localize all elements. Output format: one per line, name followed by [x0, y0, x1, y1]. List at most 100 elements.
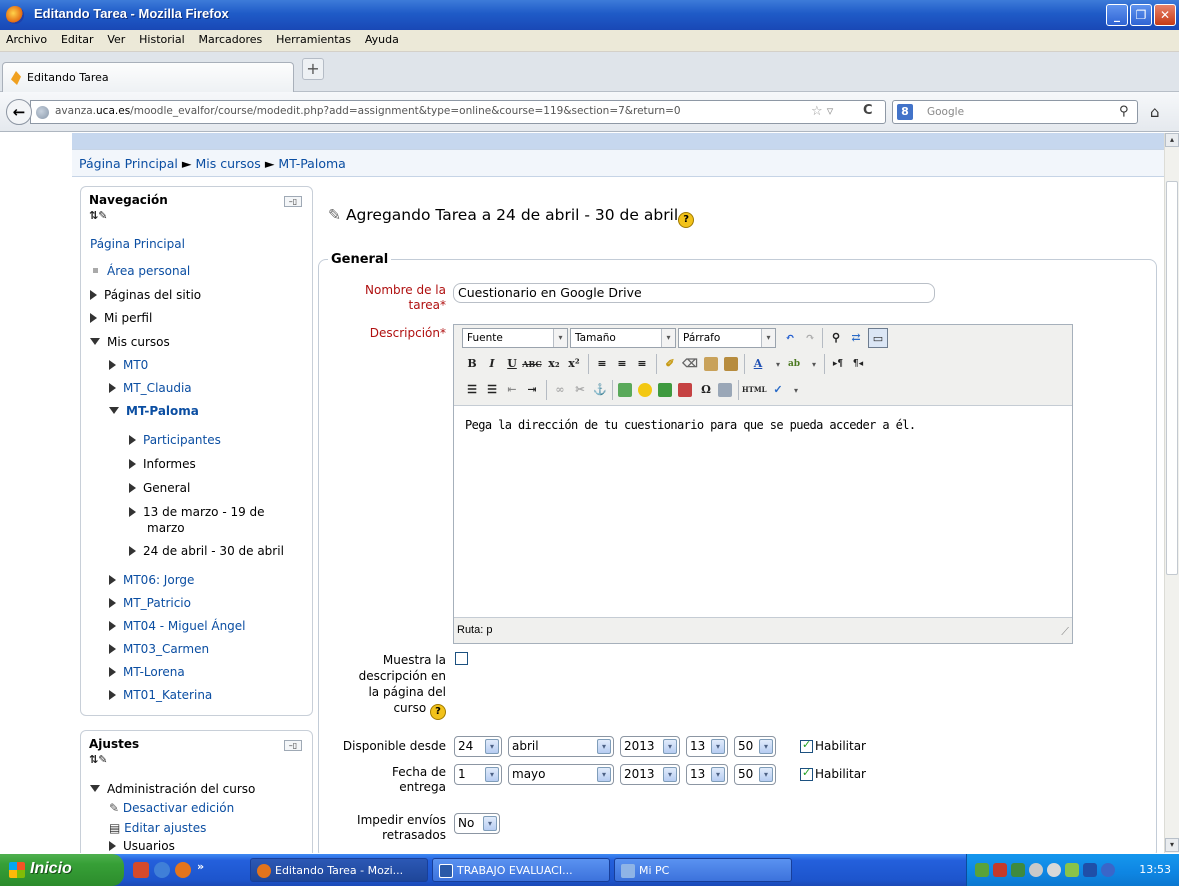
menu-historial[interactable]: Historial — [133, 30, 188, 46]
reload-icon[interactable]: C — [863, 103, 873, 118]
tray-app-icon[interactable] — [975, 863, 989, 877]
google-icon[interactable]: 8 — [897, 104, 913, 120]
nav-mi-perfil[interactable]: Mi perfil — [90, 311, 152, 325]
nav-section-13-marzo-cont[interactable]: marzo — [147, 521, 185, 535]
nav-course-mt04-miguel[interactable]: MT04 - Miguel Ángel — [109, 619, 246, 633]
find-icon[interactable]: ⚲ — [826, 328, 846, 348]
subscript-icon[interactable]: x₂ — [544, 354, 564, 374]
html-source-icon[interactable]: HTML — [742, 380, 767, 400]
due-enable-checkbox[interactable] — [800, 766, 813, 781]
vertical-scrollbar[interactable]: ▴ ▾ — [1164, 133, 1179, 853]
breadcrumb-my-courses[interactable]: Mis cursos — [195, 156, 260, 171]
document-insert-icon[interactable] — [678, 383, 692, 397]
available-minute-select[interactable]: 50 ▾ — [734, 736, 776, 757]
prevent-late-select[interactable]: No ▾ — [454, 813, 500, 834]
nav-course-mt-patricio[interactable]: MT_Patricio — [109, 596, 191, 610]
nav-course-mt-paloma[interactable]: MT-Paloma — [109, 404, 199, 418]
collapse-block-icon[interactable]: –▯ — [284, 196, 302, 207]
window-titlebar[interactable]: Editando Tarea - Mozilla Firefox _ ❐ ✕ — [0, 0, 1179, 30]
menu-ver[interactable]: Ver — [101, 30, 129, 46]
more-quicklaunch-icon[interactable]: » — [197, 860, 204, 873]
italic-icon[interactable]: I — [482, 354, 502, 374]
restore-button[interactable]: ❐ — [1130, 4, 1152, 26]
indent-icon[interactable]: ⇥ — [522, 380, 542, 400]
text-color-icon[interactable]: A — [748, 354, 768, 374]
nav-section-24-abril[interactable]: 24 de abril - 30 de abril — [129, 544, 284, 558]
due-day-select[interactable]: 1 ▾ — [454, 764, 502, 785]
menu-herramientas[interactable]: Herramientas — [270, 30, 355, 46]
show-description-checkbox[interactable] — [455, 652, 468, 665]
link-icon[interactable]: ∞ — [550, 380, 570, 400]
settings-admin-curso[interactable]: Administración del curso — [90, 782, 255, 796]
menu-ayuda[interactable]: Ayuda — [359, 30, 403, 46]
tray-sync-icon[interactable] — [1101, 863, 1115, 877]
replace-icon[interactable]: ⇄ — [846, 328, 866, 348]
nav-course-mt06-jorge[interactable]: MT06: Jorge — [109, 573, 194, 587]
settings-usuarios[interactable]: Usuarios — [109, 839, 175, 853]
bookmark-star-icon[interactable]: ☆ ▿ — [811, 104, 833, 119]
underline-icon[interactable]: U — [502, 354, 522, 374]
nav-section-13-marzo[interactable]: 13 de marzo - 19 de — [129, 505, 265, 519]
home-icon[interactable]: ⌂ — [1150, 103, 1160, 121]
tray-utility-icon[interactable] — [1065, 863, 1079, 877]
rtl-icon[interactable]: ¶◂ — [848, 354, 868, 374]
align-center-icon[interactable]: ≡ — [612, 354, 632, 374]
image-icon[interactable] — [618, 383, 632, 397]
nav-paginas-sitio[interactable]: Páginas del sitio — [90, 288, 201, 302]
nav-area-personal[interactable]: Área personal — [90, 264, 190, 278]
back-button[interactable]: ← — [6, 99, 32, 125]
nav-mis-cursos[interactable]: Mis cursos — [90, 335, 170, 349]
scroll-down-icon[interactable]: ▾ — [1165, 838, 1179, 852]
move-icon[interactable]: ⇅✎ — [89, 753, 107, 766]
eraser-icon[interactable]: ⌫ — [680, 354, 700, 374]
available-hour-select[interactable]: 13 ▾ — [686, 736, 728, 757]
tray-messenger-icon[interactable] — [1083, 863, 1097, 877]
tray-network-icon[interactable] — [1011, 863, 1025, 877]
editor-content-area[interactable]: Pega la dirección de tu cuestionario par… — [454, 405, 1072, 617]
clean-format-icon[interactable]: ✐ — [660, 354, 680, 374]
nav-course-mt0[interactable]: MT0 — [109, 358, 148, 372]
breadcrumb-home[interactable]: Página Principal — [79, 156, 178, 171]
menu-editar[interactable]: Editar — [55, 30, 98, 46]
nav-home-link[interactable]: Página Principal — [90, 237, 185, 251]
nav-participantes[interactable]: Participantes — [129, 433, 221, 447]
nonbreaking-icon[interactable] — [718, 383, 732, 397]
resize-handle-icon[interactable]: ⟋ — [1061, 626, 1069, 639]
unlink-icon[interactable]: ✂ — [570, 380, 590, 400]
nav-course-mt-claudia[interactable]: MT_Claudia — [109, 381, 192, 395]
bullet-list-icon[interactable]: ☰ — [462, 380, 482, 400]
outdent-icon[interactable]: ⇤ — [502, 380, 522, 400]
undo-icon[interactable]: ↶ — [780, 328, 800, 348]
available-day-select[interactable]: 24 ▾ — [454, 736, 502, 757]
paste-word-icon[interactable] — [724, 357, 738, 371]
align-right-icon[interactable]: ≡ — [632, 354, 652, 374]
task-mi-pc[interactable]: Mi PC — [614, 858, 792, 882]
due-year-select[interactable]: 2013 ▾ — [620, 764, 680, 785]
nav-course-mt03-carmen[interactable]: MT03_Carmen — [109, 642, 209, 656]
breadcrumb-course[interactable]: MT-Paloma — [278, 156, 345, 171]
strikethrough-icon[interactable]: ABC — [522, 354, 542, 374]
scroll-up-icon[interactable]: ▴ — [1165, 133, 1179, 147]
menu-archivo[interactable]: Archivo — [0, 30, 51, 46]
spellcheck-dropdown-icon[interactable]: ▾ — [786, 380, 806, 400]
help-icon[interactable]: ? — [678, 212, 695, 228]
available-year-select[interactable]: 2013 ▾ — [620, 736, 680, 757]
url-bar[interactable]: avanza.uca.es/moodle_evalfor/course/mode… — [30, 100, 886, 124]
nav-course-mt01-katerina[interactable]: MT01_Katerina — [109, 688, 212, 702]
available-month-select[interactable]: abril ▾ — [508, 736, 614, 757]
task-word[interactable]: TRABAJO EVALUACI... — [432, 858, 610, 882]
close-button[interactable]: ✕ — [1154, 4, 1176, 26]
nav-general[interactable]: General — [129, 481, 190, 495]
search-box[interactable]: 8 Google ⚲ — [892, 100, 1138, 124]
scrollbar-thumb[interactable] — [1166, 181, 1178, 575]
menu-marcadores[interactable]: Marcadores — [192, 30, 266, 46]
minimize-button[interactable]: _ — [1106, 4, 1128, 26]
acrobat-icon[interactable] — [133, 862, 149, 878]
tray-antivirus-icon[interactable] — [993, 863, 1007, 877]
firefox-quicklaunch-icon[interactable] — [175, 862, 191, 878]
due-hour-select[interactable]: 13 ▾ — [686, 764, 728, 785]
spellcheck-icon[interactable]: ✓ — [768, 380, 788, 400]
redo-icon[interactable]: ↷ — [800, 328, 820, 348]
start-button[interactable]: Inicio — [0, 854, 124, 886]
fullscreen-icon[interactable]: ▭ — [868, 328, 888, 348]
